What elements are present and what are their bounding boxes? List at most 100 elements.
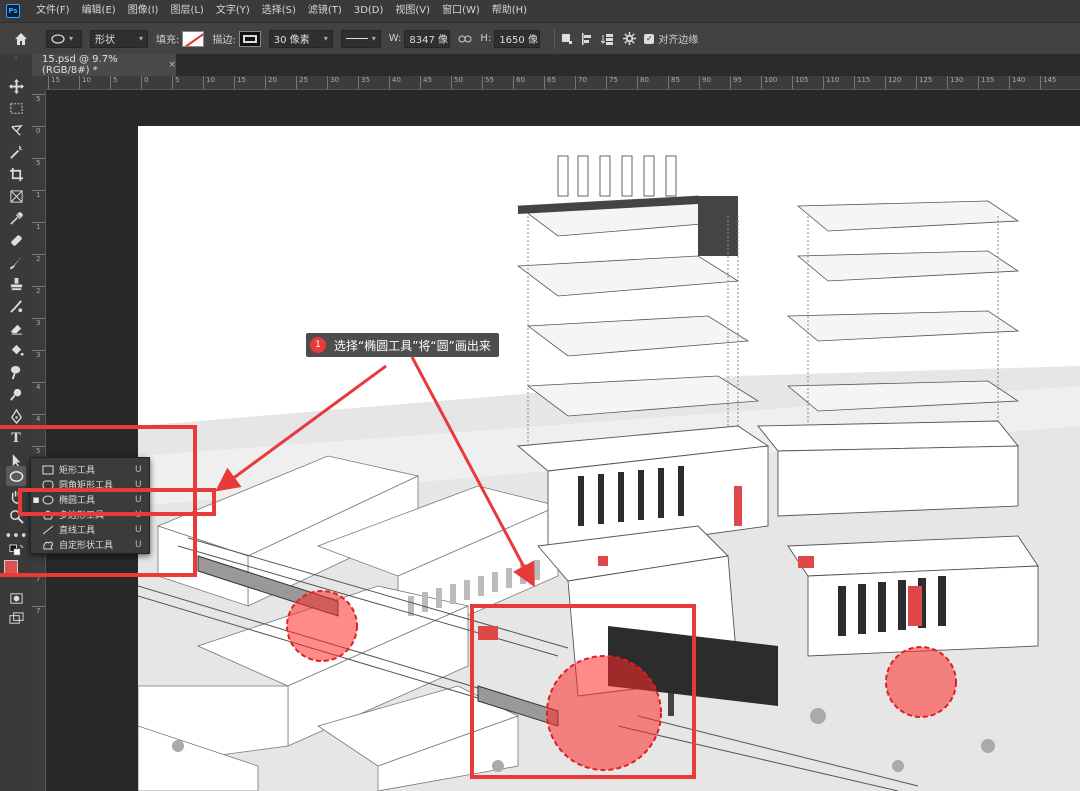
ruler-tick-label: 50 [451,76,463,89]
ruler-tick-label: 110 [823,76,839,89]
flyout-item-line-tool[interactable]: 直线工具 U [31,522,149,537]
options-bar: ▾ 形状 ▾ 填充: 描边: 30 像素 ▾ ▾ W: 8347 像 H: 1650… [0,22,1080,54]
menu-type[interactable]: 文字(Y) [210,0,256,22]
menu-window[interactable]: 窗口(W) [436,0,486,22]
ruler-tick-label: 10 [203,76,215,89]
menu-image[interactable]: 图像(I) [122,0,165,22]
flyout-item-rounded-rectangle-tool[interactable]: 圆角矩形工具 U [31,477,149,492]
smudge-tool-icon[interactable] [6,362,26,382]
stroke-type-select[interactable]: ▾ [340,29,381,48]
path-arrangement-icon[interactable] [601,33,615,45]
rounded-rectangle-icon [41,480,55,490]
menu-filter[interactable]: 滤镜(T) [302,0,348,22]
menu-edit[interactable]: 编辑(E) [76,0,122,22]
tools-panel: » T ••• [0,54,32,791]
ruler-tick-label: 4 [32,414,45,423]
shape-tools-flyout: 矩形工具 U 圆角矩形工具 U ■ 椭圆工具 U 多边形工具 U 直线工具 U … [30,457,150,554]
paint-bucket-tool-icon[interactable] [6,340,26,360]
ellipse-icon [41,495,55,505]
menu-view[interactable]: 视图(V) [389,0,436,22]
stroke-type-line [345,38,368,39]
ruler-tick-label: 75 [606,76,618,89]
toolbar-collapse-icon[interactable]: » [6,54,26,62]
document-window[interactable] [46,90,1080,791]
clone-stamp-tool-icon[interactable] [6,274,26,294]
pen-tool-icon[interactable] [6,406,26,426]
ruler-origin[interactable] [32,76,46,90]
eraser-tool-icon[interactable] [6,318,26,338]
marquee-tool-icon[interactable] [6,98,26,118]
checkbox-checked-icon: ✓ [644,33,655,44]
flyout-item-ellipse-tool[interactable]: ■ 椭圆工具 U [31,492,149,507]
fill-swatch[interactable] [182,30,205,47]
ruler-tick-label: 120 [885,76,901,89]
flyout-item-polygon-tool[interactable]: 多边形工具 U [31,507,149,522]
lasso-tool-icon[interactable] [6,120,26,140]
brush-tool-icon[interactable] [6,252,26,272]
link-icon[interactable] [458,35,472,43]
ruler-tick-label: 140 [1009,76,1025,89]
ruler-tick-label: 15 [234,76,246,89]
menu-3d[interactable]: 3D(D) [348,0,390,22]
magic-wand-tool-icon[interactable] [6,142,26,162]
height-input[interactable]: 1650 像 [494,29,541,48]
tool-preset-picker[interactable]: ▾ [46,29,82,48]
eyedropper-tool-icon[interactable] [6,208,26,228]
vertical-ruler[interactable]: 50511223344556677 [32,90,46,791]
stroke-width-field[interactable]: 30 像素 ▾ [268,29,333,48]
default-colors-icon[interactable] [6,543,26,558]
dodge-tool-icon[interactable] [6,384,26,404]
ruler-tick-label: 5 [32,158,45,167]
ruler-tick-label: 40 [389,76,401,89]
foreground-color-swatch[interactable] [4,560,18,574]
ruler-tick-label: 10 [79,76,91,89]
document-tab[interactable]: 15.psd @ 9.7%(RGB/8#) * × [32,54,176,76]
quick-mask-icon[interactable] [6,588,26,608]
zoom-tool-icon[interactable] [6,506,26,526]
crop-tool-icon[interactable] [6,164,26,184]
ruler-tick-label: 5 [110,76,117,89]
ellipse-tool-icon[interactable] [6,466,26,486]
flyout-item-rectangle-tool[interactable]: 矩形工具 U [31,462,149,477]
stroke-label: 描边: [212,35,236,46]
step-number-badge: 1 [310,337,326,353]
align-edges-checkbox[interactable]: ✓ 对齐边缘 [644,31,698,46]
menu-select[interactable]: 选择(S) [256,0,302,22]
ruler-tick-label: 5 [32,94,45,103]
tool-mode-select[interactable]: 形状 ▾ [90,29,148,48]
healing-brush-tool-icon[interactable] [6,230,26,250]
menu-layer[interactable]: 图层(L) [164,0,209,22]
ruler-tick-label: 0 [141,76,148,89]
home-icon[interactable] [14,32,28,46]
ellipse-preset-icon [51,33,65,44]
menu-file[interactable]: 文件(F) [30,0,76,22]
ruler-tick-label: 115 [854,76,870,89]
hand-tool-icon[interactable] [6,486,26,506]
flyout-item-custom-shape-tool[interactable]: 自定形状工具 U [31,537,149,552]
ruler-tick-label: 30 [327,76,339,89]
close-tab-icon[interactable]: × [168,60,176,70]
menu-help[interactable]: 帮助(H) [486,0,533,22]
width-control: W: 8347 像 [389,29,451,48]
move-tool-icon[interactable] [6,76,26,96]
fill-label: 填充: [156,35,180,46]
frame-tool-icon[interactable] [6,186,26,206]
path-operations-icon[interactable] [561,33,573,45]
menu-bar: Ps 文件(F) 编辑(E) 图像(I) 图层(L) 文字(Y) 选择(S) 滤… [0,0,1080,22]
ruler-tick-label: 80 [637,76,649,89]
canvas[interactable] [138,126,1080,791]
width-input[interactable]: 8347 像 [404,29,451,48]
ruler-tick-label: 65 [544,76,556,89]
type-tool-icon[interactable]: T [6,428,26,448]
stroke-swatch[interactable] [238,30,261,47]
ruler-tick-label: 60 [513,76,525,89]
path-alignment-icon[interactable] [581,32,593,45]
settings-gear-icon[interactable] [623,32,637,45]
photoshop-logo[interactable]: Ps [6,4,20,18]
history-brush-tool-icon[interactable] [6,296,26,316]
ruler-tick-label: 145 [1040,76,1056,89]
ruler-tick-label: 2 [32,286,45,295]
horizontal-ruler[interactable]: 15 10 5 0 5 10 15 20 25 30 35 40 45 50 55 60 65 70 75 80 85 9… [46,76,1080,90]
screen-mode-icon[interactable] [6,608,26,628]
ruler-tick-label: 55 [482,76,494,89]
